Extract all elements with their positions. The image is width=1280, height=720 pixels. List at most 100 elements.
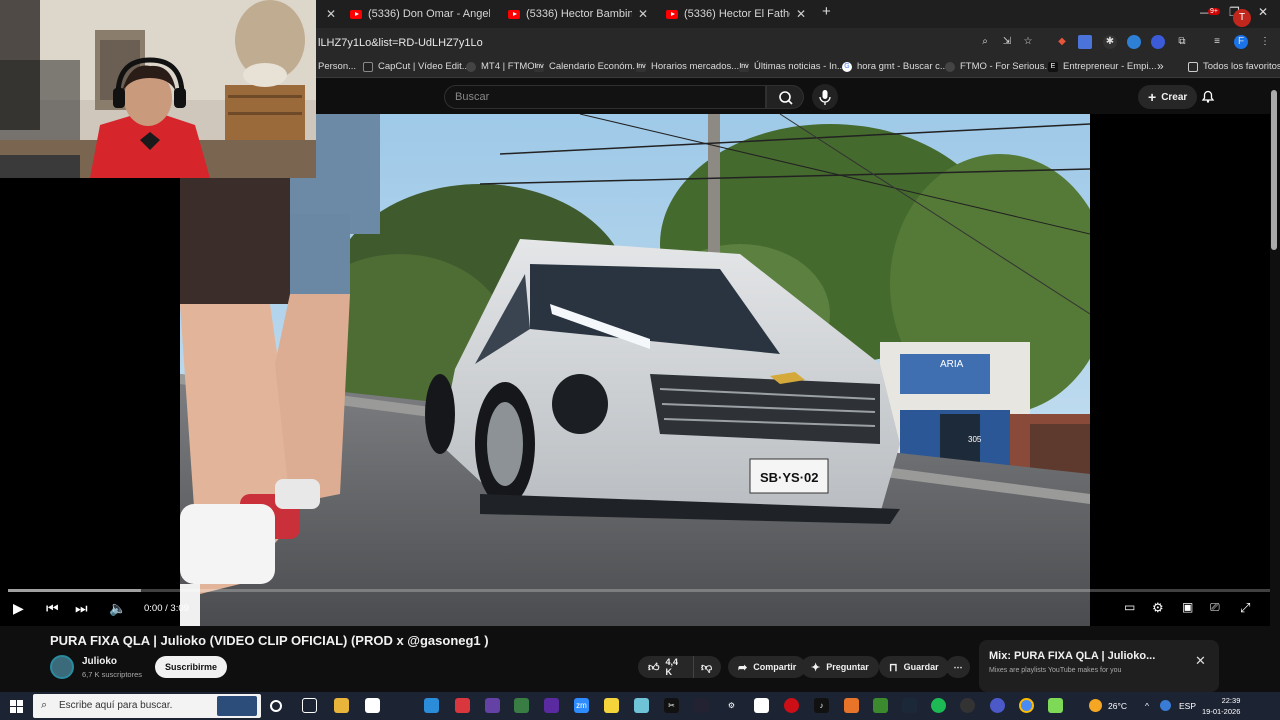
sticky-notes-icon[interactable] (604, 698, 619, 713)
bookmark-5[interactable]: Inv Últimas noticias - In... (739, 61, 845, 72)
account-avatar[interactable]: T (1233, 9, 1251, 27)
subscribe-button[interactable]: Suscribirme (155, 656, 228, 678)
miniplayer-icon[interactable]: ▣ (1182, 600, 1193, 614)
app-cyan-icon[interactable] (634, 698, 649, 713)
install-icon[interactable]: ⇲ (1000, 35, 1014, 49)
url-field[interactable]: lLHZ7y1Lo&list=RD-UdLHZ7y1Lo (318, 37, 483, 49)
save-button[interactable]: ⊓ Guardar (879, 656, 949, 678)
search-button[interactable] (766, 85, 804, 109)
star-icon[interactable]: ☆ (1021, 35, 1035, 49)
app-purple-icon[interactable] (544, 698, 559, 713)
video-frame[interactable]: ARIA 305 SB·YS·02 (180, 114, 1090, 626)
channel-avatar[interactable] (50, 655, 74, 679)
new-tab-button[interactable]: + (822, 3, 831, 20)
app-orange-icon[interactable] (844, 698, 859, 713)
more-actions-button[interactable]: ⋯ (946, 656, 970, 678)
tab-0[interactable]: (5336) Don Omar - Angelito - Y (342, 3, 498, 25)
minecraft-icon[interactable] (873, 698, 888, 713)
more-bookmarks-button[interactable]: » (1157, 59, 1164, 73)
zoom-app-icon[interactable]: zm (574, 698, 589, 713)
bookmark-0[interactable]: Person... (318, 61, 356, 72)
steam-icon[interactable] (902, 698, 917, 713)
close-window-icon[interactable]: ✕ (1258, 5, 1268, 19)
share-button[interactable]: ➦ Compartir (728, 656, 807, 678)
app-white-icon[interactable] (754, 698, 769, 713)
dislike-button[interactable]: 👎︎ (693, 656, 721, 678)
app-blue-icon[interactable] (990, 698, 1005, 713)
reading-list-icon[interactable]: ≡ (1210, 35, 1224, 49)
subtitles-icon[interactable]: ▭ (1124, 600, 1135, 614)
mix-subtitle: Mixes are playlists YouTube makes for yo… (989, 667, 1122, 674)
settings-gear-icon[interactable]: ⚙ (724, 698, 739, 713)
next-icon[interactable]: ⏭ (75, 600, 88, 617)
task-view-icon[interactable] (302, 698, 317, 713)
windows-start-icon[interactable] (10, 700, 23, 713)
cortana-icon[interactable] (270, 700, 282, 712)
mix-playlist-panel[interactable]: Mix: PURA FIXA QLA | Julioko... Mixes ar… (979, 640, 1219, 692)
like-button[interactable]: 👍︎ 4,4 K (638, 656, 693, 678)
video-progress-bar[interactable] (8, 589, 1270, 592)
mix-title[interactable]: Mix: PURA FIXA QLA | Julioko... (989, 650, 1155, 662)
tab-2[interactable]: (5336) Hector El Father Ft Notty ✕ (658, 3, 814, 25)
extension-ring-icon[interactable] (1151, 35, 1165, 49)
extension-blue-icon[interactable] (1127, 35, 1141, 49)
bookmark-2[interactable]: MT4 | FTMO (466, 61, 535, 72)
taskbar-search-input[interactable]: ⌕ Escribe aquí para buscar. (33, 694, 261, 718)
search-input[interactable]: Buscar (444, 85, 766, 109)
capcut-icon[interactable]: ✂ (664, 698, 679, 713)
bookmark-6[interactable]: Ghora gmt - Buscar c... (842, 61, 948, 72)
channel-name[interactable]: Julioko (82, 656, 117, 667)
weather-sun-icon[interactable] (1089, 699, 1102, 712)
translate-icon[interactable] (1078, 35, 1092, 49)
spotify-icon[interactable] (931, 698, 946, 713)
tab-1[interactable]: (5336) Hector Bambino "EL Fath ✕ (500, 3, 656, 25)
bookmark-8[interactable]: E Entrepreneur - Empi... (1048, 61, 1156, 72)
bookmark-1[interactable]: CapCut | Vídeo Edit... (363, 61, 470, 72)
network-icon[interactable] (1160, 700, 1171, 711)
voice-search-button[interactable] (812, 84, 838, 110)
bookmark-label: Entrepreneur - Empi... (1063, 61, 1157, 72)
extension-fox-icon[interactable]: ◆ (1055, 35, 1069, 49)
bookmark-icon: ⊓ (889, 661, 898, 674)
app-dark-icon[interactable] (694, 698, 709, 713)
app-lime-icon[interactable] (1048, 698, 1063, 713)
ask-button[interactable]: ✦ Preguntar (801, 656, 879, 678)
app-green-icon[interactable] (514, 698, 529, 713)
copilot-icon[interactable] (424, 698, 439, 713)
taskbar-clock[interactable]: 22:39 19-01-2026 (1202, 695, 1240, 717)
bookmark-4[interactable]: Inv Horarios mercados... (636, 61, 739, 72)
notifications-bell-icon[interactable] (1200, 88, 1216, 104)
tab-close-current[interactable]: ✕ (318, 3, 338, 25)
close-icon[interactable]: ✕ (638, 7, 648, 21)
bookmark-3[interactable]: Inv Calendario Económ... (534, 61, 640, 72)
app-red-icon[interactable] (455, 698, 470, 713)
cast-icon[interactable]: ⎚ (1210, 600, 1220, 615)
opera-icon[interactable] (784, 698, 799, 713)
fullscreen-icon[interactable]: ⤢ (1240, 600, 1250, 616)
extension-dark-icon[interactable]: ✱ (1103, 35, 1117, 49)
close-icon[interactable]: ✕ (1195, 653, 1206, 669)
zoom-icon[interactable]: ⌕ (978, 35, 992, 49)
create-button[interactable]: + Crear (1138, 85, 1198, 109)
twitch-icon[interactable] (485, 698, 500, 713)
tray-expand-icon[interactable]: ^ (1145, 701, 1149, 711)
tiktok-icon[interactable]: ♪ (814, 698, 829, 713)
close-icon[interactable]: ✕ (796, 7, 806, 21)
obs-icon[interactable] (960, 698, 975, 713)
close-icon[interactable]: ✕ (326, 7, 336, 21)
weather-temperature[interactable]: 26°C (1108, 701, 1127, 711)
language-indicator[interactable]: ESP (1179, 701, 1196, 711)
notepad-icon[interactable] (365, 698, 380, 713)
menu-dots-icon[interactable]: ⋮ (1258, 35, 1272, 49)
page-scrollbar[interactable] (1271, 90, 1277, 250)
bookmark-7[interactable]: FTMO - For Serious... (945, 61, 1052, 72)
volume-icon[interactable]: 🔈 (109, 600, 126, 617)
chrome-icon[interactable] (1019, 698, 1034, 713)
profile-icon[interactable]: F (1234, 35, 1248, 49)
all-favorites[interactable]: Todos los favoritos (1188, 61, 1280, 72)
play-icon[interactable]: ▶ (13, 600, 24, 617)
extensions-puzzle-icon[interactable]: ⧉ (1175, 35, 1189, 49)
settings-icon[interactable]: ⚙ (1152, 600, 1164, 616)
previous-icon[interactable]: ⏮ (46, 600, 59, 617)
file-explorer-icon[interactable] (334, 698, 349, 713)
